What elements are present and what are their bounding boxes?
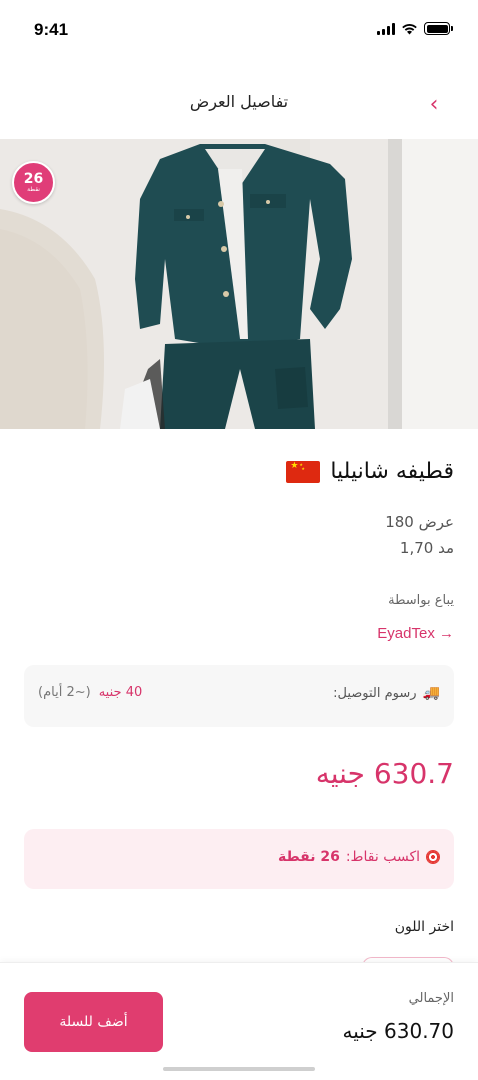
product-photo <box>0 139 478 429</box>
total-value: 630.70 جنيه <box>342 1019 455 1043</box>
nav-header: تفاصيل العرض ‹ <box>0 80 478 128</box>
earn-points-label: اكسب نقاط: <box>345 849 420 865</box>
delivery-label-row: 🚚 رسوم التوصيل: <box>333 685 440 701</box>
delivery-label: رسوم التوصيل: <box>333 685 417 701</box>
battery-icon <box>424 22 453 35</box>
points-badge-value: 26 <box>23 170 44 187</box>
delivery-fee-row: 40 جنيه (~2 أيام) <box>38 685 142 700</box>
color-section-label: اختر اللون <box>394 919 454 935</box>
bottom-bar: أضف للسلة الإجمالي 630.70 جنيه <box>0 962 478 1080</box>
earn-points-row: اكسب نقاط: 26 نقطة <box>278 849 440 865</box>
home-indicator <box>163 1067 315 1071</box>
add-to-cart-button[interactable]: أضف للسلة <box>24 992 163 1052</box>
points-badge-label: نقطة <box>27 185 40 193</box>
back-button[interactable]: ‹ <box>420 90 448 118</box>
points-badge: 26 نقطة <box>12 161 55 204</box>
product-price: 630.7 جنيه <box>315 757 454 790</box>
delivery-fee: 40 جنيه <box>98 685 143 700</box>
earn-points-value: 26 نقطة <box>278 849 340 865</box>
product-image[interactable]: 26 نقطة <box>0 139 478 429</box>
chevron-back-icon: ‹ <box>429 91 439 117</box>
signal-icon <box>377 22 395 35</box>
delivery-info: 🚚 رسوم التوصيل: 40 جنيه (~2 أيام) <box>24 665 454 727</box>
length-spec: مد 1,70 <box>399 539 454 557</box>
status-time: 9:41 <box>34 20 69 39</box>
product-title-row: قطيفه شانيليا ★ ★ ★ <box>286 459 454 484</box>
seller-link[interactable]: EyadTex → <box>377 625 454 642</box>
delivery-days: (~2 أيام) <box>38 685 91 700</box>
china-flag-icon: ★ ★ ★ <box>286 460 321 483</box>
status-bar: 9:41 <box>0 0 478 60</box>
earn-points-box: اكسب نقاط: 26 نقطة <box>24 829 454 889</box>
total-label: الإجمالي <box>408 991 454 1006</box>
target-icon <box>426 850 440 864</box>
width-spec: عرض 180 <box>385 513 454 531</box>
truck-icon: 🚚 <box>422 685 440 701</box>
page-title: تفاصيل العرض <box>189 92 289 111</box>
wifi-icon <box>402 23 417 34</box>
status-icons <box>377 22 453 35</box>
product-title: قطيفه شانيليا <box>330 459 454 484</box>
sold-by-label: يباع بواسطة <box>388 593 454 608</box>
